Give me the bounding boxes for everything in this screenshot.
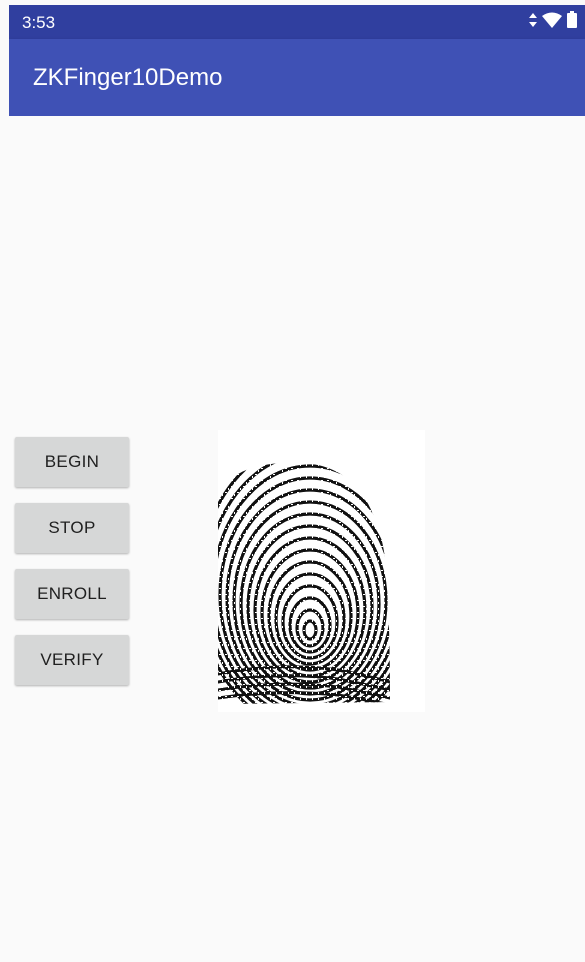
data-arrows-icon	[529, 12, 537, 32]
status-time: 3:53	[22, 13, 56, 32]
app-screen: 3:53 ZKFinger10Demo BEGIN STOP ENROLL VE…	[9, 5, 585, 962]
battery-icon	[567, 11, 577, 33]
main-content: BEGIN STOP ENROLL VERIFY	[9, 116, 585, 962]
app-title: ZKFinger10Demo	[33, 64, 223, 91]
status-icons	[529, 11, 577, 33]
wifi-icon	[542, 12, 562, 33]
status-bar: 3:53	[9, 5, 585, 39]
fingerprint-ridges	[218, 462, 390, 705]
app-bar: ZKFinger10Demo	[9, 39, 585, 116]
begin-button[interactable]: BEGIN	[15, 437, 129, 487]
stop-button[interactable]: STOP	[15, 503, 129, 553]
enroll-button[interactable]: ENROLL	[15, 569, 129, 619]
verify-button[interactable]: VERIFY	[15, 635, 129, 685]
fingerprint-image	[218, 430, 425, 712]
